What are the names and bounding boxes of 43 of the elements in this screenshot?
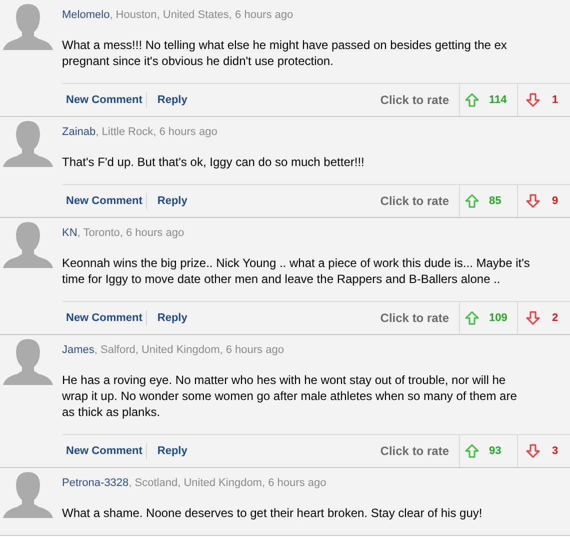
rate-label: Click to rate (380, 193, 450, 210)
upvote-count: 109 (489, 310, 508, 326)
up-arrow-icon[interactable] (465, 194, 479, 208)
comment-text: He has a roving eye. No matter who hes with he wont stay out of trouble, nor will he wrap it up. No wonder some women go after male athletes when so many of them are as thick as planks. (62, 372, 518, 420)
down-arrow-icon[interactable] (526, 444, 540, 458)
rate-label: Click to rate (380, 92, 450, 109)
reply-link[interactable]: Reply (147, 192, 188, 210)
reply-link[interactable]: Reply (147, 92, 188, 108)
down-arrow-icon[interactable] (526, 93, 540, 107)
up-arrow-icon[interactable] (465, 444, 479, 458)
rate-label: Click to rate (380, 310, 450, 327)
downvote-count: 1 (552, 92, 558, 108)
downvote-count: 2 (552, 310, 558, 326)
up-arrow-icon[interactable] (465, 311, 479, 325)
down-arrow-icon[interactable] (526, 311, 540, 325)
comment-meta: , Scotland, United Kingdom, 6 hours ago (128, 477, 326, 489)
upvote-count: 85 (489, 194, 502, 209)
up-arrow-icon[interactable] (465, 93, 479, 107)
comment-text: What a shame. Noone deserves to get their heart broken. Stay clear of his guy! (62, 505, 484, 521)
upvote-count: 93 (489, 444, 502, 459)
new-comment-link[interactable]: New Comment (62, 310, 148, 326)
comment-meta: , Little Rock, 6 hours ago (96, 126, 218, 138)
comment-text: That's F'd up. But that's ok, Iggy can do so much better!!! (62, 154, 366, 170)
author-name[interactable]: Melomelo (62, 9, 110, 21)
downvote-count: 3 (552, 444, 558, 459)
downvote-count: 9 (552, 194, 558, 209)
comment-meta: , Toronto, 6 hours ago (77, 227, 184, 239)
new-comment-link[interactable]: New Comment (62, 442, 148, 460)
rate-label: Click to rate (380, 443, 450, 460)
author-name[interactable]: Petrona-3328 (62, 477, 129, 489)
comment-text: What a mess!!! No telling what else he might have passed on besides getting the ex pregnant since it's obvious he didn't use protection. (62, 37, 508, 69)
author-name[interactable]: Zainab (62, 126, 96, 138)
down-arrow-icon[interactable] (526, 194, 540, 208)
comment-text: Keonnah wins the big prize.. Nick Young .. what a piece of work this dude is... Maybe it's time for Iggy to move date other men and leave the Rappers and B-Ballers alone .. (62, 255, 531, 287)
author-name[interactable]: KN (62, 227, 78, 239)
comment-meta: , Salford, United Kingdom, 6 hours ago (94, 344, 284, 356)
comment-meta: , Houston, United States, 6 hours ago (110, 9, 294, 21)
new-comment-link[interactable]: New Comment (62, 92, 148, 108)
reply-link[interactable]: Reply (147, 442, 188, 460)
reply-link[interactable]: Reply (147, 310, 188, 326)
upvote-count: 114 (489, 92, 507, 108)
author-name[interactable]: James (62, 344, 94, 356)
new-comment-link[interactable]: New Comment (62, 192, 148, 210)
